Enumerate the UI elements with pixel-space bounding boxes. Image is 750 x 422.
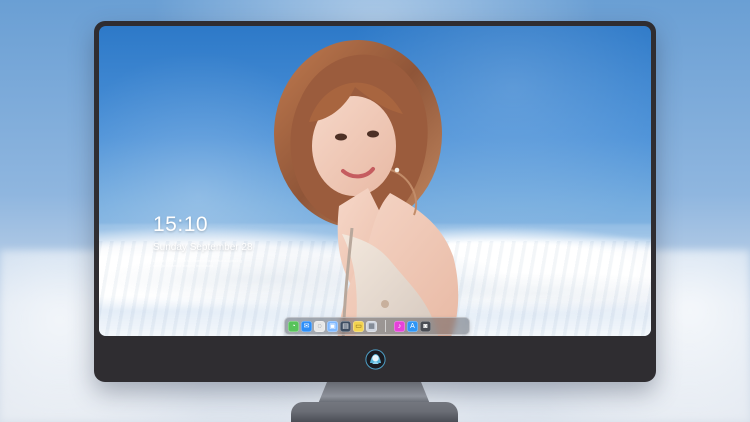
lock-screen-fine-text: Lorem ipsum dolor sit amet consectetur a… (153, 258, 263, 268)
finder-icon[interactable]: ▣ (327, 320, 338, 332)
fine-text-line-2: sed do eiusmod tempor incididunt (153, 263, 213, 268)
mail-icon[interactable]: ✉ (301, 320, 312, 332)
notes-icon[interactable]: ▭ (353, 320, 364, 332)
monitor-logo-icon (365, 349, 386, 370)
music-icon[interactable]: ♪ (394, 320, 405, 332)
dock-separator (385, 320, 386, 332)
lock-screen-date: Sunday September 28 (153, 242, 253, 253)
camera-icon[interactable]: ◙ (420, 320, 431, 332)
dock: ◔ ✉ ◌ ▣ ▤ ▭ ▦ ♪ A ◙ (284, 317, 470, 335)
wallpaper-portrait (274, 40, 459, 336)
monitor-stand-base (291, 402, 458, 422)
safari-icon[interactable]: ◌ (314, 320, 325, 332)
monitor-screen: 15:10 Sunday September 28 Lorem ipsum do… (99, 26, 651, 336)
desktop-monitor: 15:10 Sunday September 28 Lorem ipsum do… (94, 21, 656, 382)
monitor-stand-neck (318, 382, 430, 404)
messages-icon[interactable]: ◔ (288, 320, 299, 332)
photos-icon[interactable]: ▦ (366, 320, 377, 332)
lock-screen-clock: 15:10 (153, 213, 209, 236)
clapper-icon[interactable]: ▤ (340, 320, 351, 332)
app-store-icon[interactable]: A (407, 320, 418, 332)
